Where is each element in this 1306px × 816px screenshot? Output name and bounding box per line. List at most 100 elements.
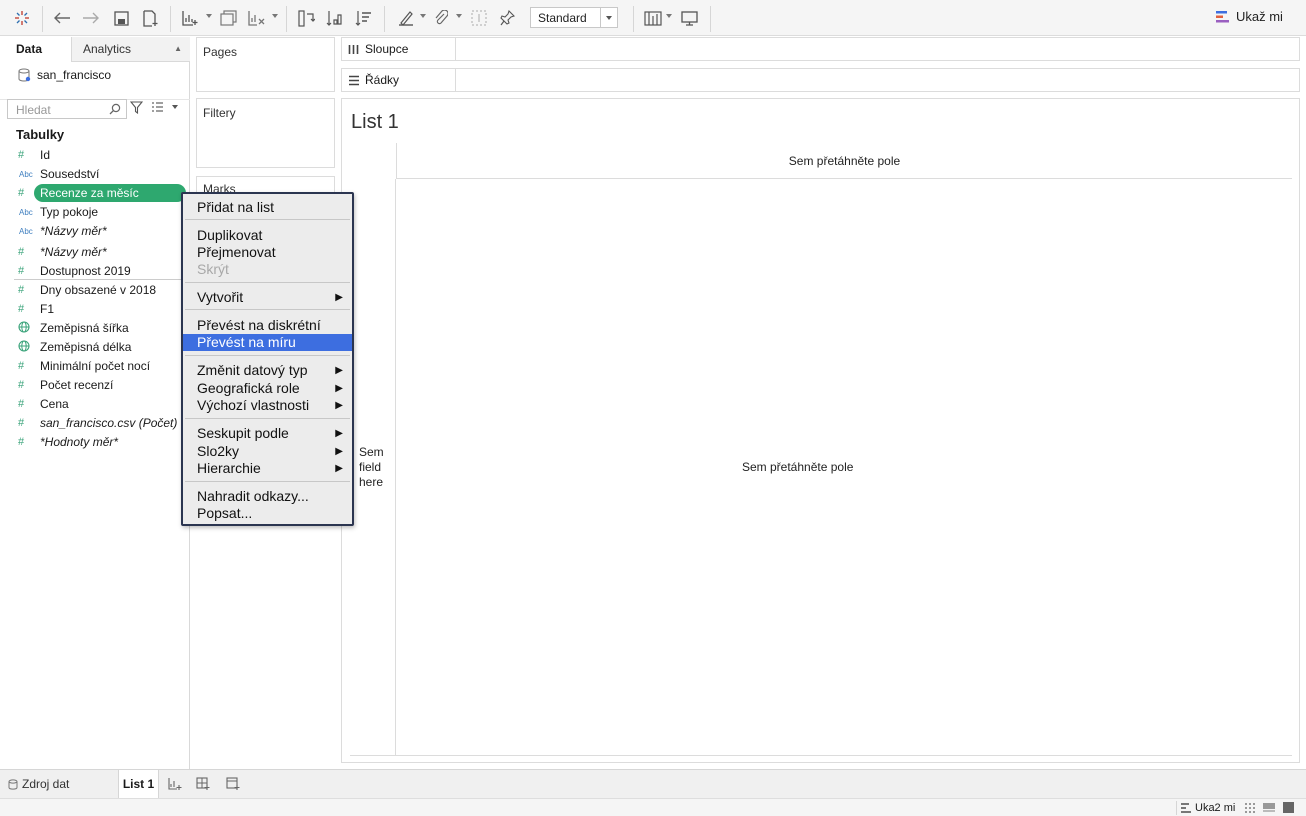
field-item-number-of-reviews[interactable]: # Počet recenzí [14, 376, 189, 394]
field-item-measure-values[interactable]: # *Hodnoty měr* [14, 433, 189, 451]
field-label: san_francisco.csv (Počet) [40, 416, 178, 430]
field-label: Cena [40, 397, 69, 411]
menu-label: Skrýt [197, 261, 229, 277]
search-placeholder: Hledat [16, 103, 51, 117]
attach-icon[interactable] [431, 6, 451, 30]
show-me-button[interactable]: Ukaž mi [1216, 9, 1283, 24]
field-item-room-type[interactable]: Abc Typ pokoje [14, 203, 189, 221]
search-input[interactable]: Hledat [7, 99, 127, 119]
datasource-name: san_francisco [37, 68, 112, 82]
highlight-icon[interactable] [396, 6, 416, 30]
menu-label: Nahradit odkazy... [197, 488, 309, 504]
menu-item-convert-discrete[interactable]: Převést na diskrétní [183, 317, 352, 334]
menu-item-default-properties[interactable]: Výchozí vlastnosti ▶ [183, 397, 352, 414]
fit-view-select[interactable]: Standard [530, 7, 618, 28]
columns-shelf[interactable]: Sloupce [341, 37, 1300, 61]
tab-data[interactable]: Data [0, 37, 71, 62]
canvas-bottom-border [350, 755, 1292, 756]
sort-descending-icon[interactable] [354, 6, 374, 30]
menu-item-describe[interactable]: Popsat... [183, 505, 352, 522]
body-drop-zone[interactable]: Sem přetáhněte pole [742, 460, 853, 474]
menu-item-change-data-type[interactable]: Změnit datový typ ▶ [183, 362, 352, 379]
new-story-tab-icon[interactable] [226, 777, 240, 793]
tableau-logo-icon[interactable] [12, 6, 32, 30]
new-dashboard-tab-icon[interactable] [196, 777, 210, 793]
row-drop-line: Sem [359, 445, 384, 459]
menu-item-folders[interactable]: Slo2ky ▶ [183, 443, 352, 460]
filmstrip-view-icon[interactable] [1263, 802, 1275, 816]
save-icon[interactable] [111, 6, 131, 30]
field-label: Minimální počet nocí [40, 359, 151, 373]
rows-shelf[interactable]: Řádky [341, 68, 1300, 92]
globe-icon [14, 320, 40, 336]
sort-ascending-icon[interactable] [325, 6, 345, 30]
pages-card[interactable]: Pages [196, 37, 335, 92]
swap-rows-columns-icon[interactable] [296, 6, 316, 30]
field-item-id[interactable]: # Id [14, 146, 189, 164]
menu-item-rename[interactable]: Přejmenovat [183, 244, 352, 261]
menu-item-duplicate[interactable]: Duplikovat [183, 227, 352, 244]
tab-data-source[interactable]: Zdroj dat [8, 777, 69, 791]
status-show-me-button[interactable]: Uka2 mi [1176, 801, 1235, 815]
undo-icon[interactable] [52, 6, 72, 30]
filters-card[interactable]: Filtery [196, 98, 335, 168]
redo-icon[interactable] [81, 6, 101, 30]
menu-label: Vytvořit [197, 289, 244, 305]
duplicate-sheet-icon[interactable] [218, 6, 238, 30]
menu-item-geographic-role[interactable]: Geografická role ▶ [183, 380, 352, 397]
sheet-title[interactable]: List 1 [351, 111, 399, 134]
grid-view-icon[interactable] [1244, 802, 1255, 816]
field-item-neighbourhood[interactable]: Abc Sousedství [14, 165, 189, 183]
menu-item-hierarchy[interactable]: Hierarchie ▶ [183, 460, 352, 477]
menu-item-add-to-sheet[interactable]: Přidat na list [183, 199, 352, 216]
measure-hash-icon: # [18, 265, 25, 277]
new-worksheet-icon[interactable] [180, 6, 200, 30]
field-item-days-occupied-2018[interactable]: # Dny obsazené v 2018 [14, 281, 189, 299]
tab-analytics[interactable]: Analytics ▲ [71, 37, 190, 62]
field-item-latitude[interactable]: Zeměpisná šířka [14, 319, 189, 337]
field-item-reviews-per-month[interactable]: # Recenze za měsíc [14, 184, 189, 202]
field-item-minimum-nights[interactable]: # Minimální počet nocí [14, 357, 189, 375]
show-cards-icon[interactable] [643, 6, 663, 30]
context-menu: Přidat na list Duplikovat Přejmenovat Sk… [181, 192, 354, 526]
field-item-price[interactable]: # Cena [14, 395, 189, 413]
fix-axes-icon[interactable] [469, 6, 489, 30]
submenu-arrow-icon: ▶ [335, 292, 343, 303]
field-item-record-count[interactable]: # san_francisco.csv (Počet) [14, 414, 189, 432]
field-item-longitude[interactable]: Zeměpisná délka [14, 338, 189, 356]
field-label: Dostupnost 2019 [40, 264, 131, 278]
clear-sheet-icon[interactable] [246, 6, 266, 30]
sort-arrows-icon: ▲ [174, 44, 182, 53]
tabs-view-icon[interactable] [1283, 802, 1294, 816]
field-item-f1[interactable]: # F1 [14, 300, 189, 318]
menu-item-create[interactable]: Vytvořit ▶ [183, 289, 352, 306]
tab-data-source-label: Zdroj dat [22, 777, 70, 791]
tab-sheet-1[interactable]: List 1 [118, 770, 159, 798]
menu-item-convert-measure[interactable]: Převést na míru [183, 334, 352, 351]
presentation-mode-icon[interactable] [679, 6, 699, 30]
row-drop-line: here [359, 475, 384, 489]
view-options-button[interactable] [151, 101, 179, 116]
field-item-measure-names[interactable]: Abc *Názvy měr* [14, 222, 189, 240]
filter-icon [129, 101, 144, 115]
field-label: *Hodnoty měr* [40, 435, 119, 449]
datasource-item[interactable]: san_francisco [18, 68, 111, 82]
field-label: *Názvy měr* [40, 245, 107, 259]
database-icon [8, 778, 18, 790]
column-drop-zone[interactable]: Sem přetáhněte pole [396, 143, 1292, 179]
measure-hash-icon: # [18, 379, 25, 391]
rows-shelf-label: Řádky [348, 73, 399, 87]
new-worksheet-tab-icon[interactable] [168, 777, 182, 793]
menu-item-replace-references[interactable]: Nahradit odkazy... [183, 488, 352, 505]
field-label: Zeměpisná šířka [40, 321, 129, 335]
field-item-measure-names-2[interactable]: # *Názvy měr* [14, 243, 189, 261]
pin-icon[interactable] [497, 6, 517, 30]
search-icon [109, 103, 121, 115]
new-datasource-icon[interactable] [140, 6, 160, 30]
menu-item-group-by[interactable]: Seskupit podle ▶ [183, 425, 352, 442]
field-item-availability-2019[interactable]: # Dostupnost 2019 [14, 262, 189, 280]
filter-fields-button[interactable] [129, 101, 144, 117]
status-bar: Uka2 mi [0, 798, 1306, 816]
worksheet-canvas: List 1 Sem přetáhněte pole Sem field her… [341, 98, 1300, 763]
filters-card-title: Filtery [203, 106, 236, 120]
